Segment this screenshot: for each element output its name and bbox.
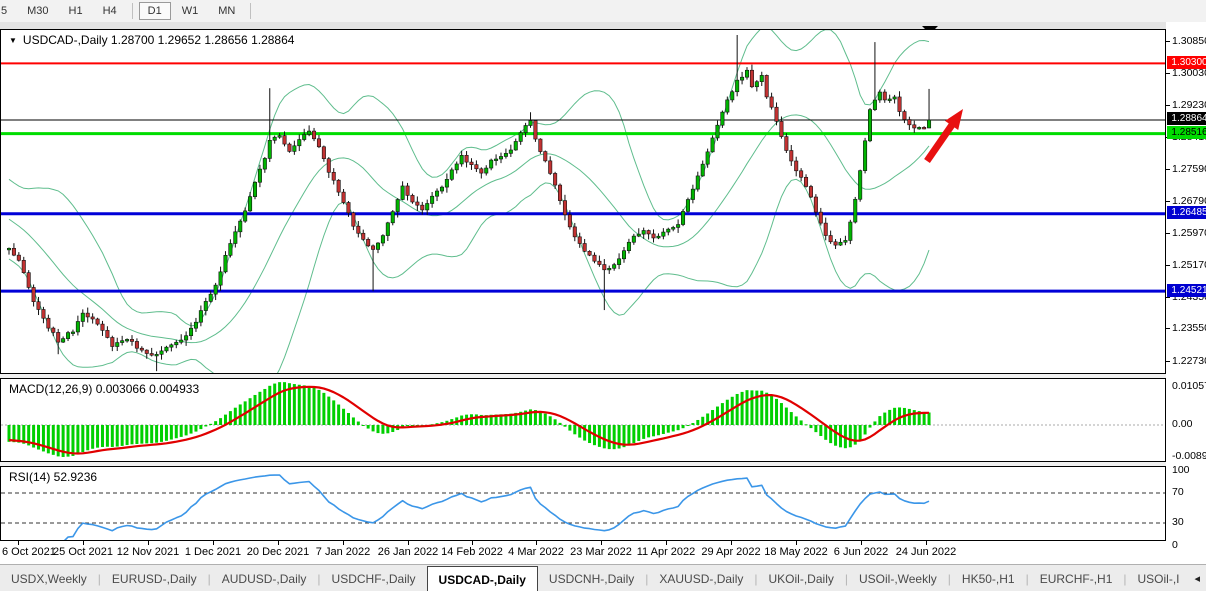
date-label: 23 Mar 2022 [570,546,632,558]
price-badge: 1.28516 [1167,126,1206,139]
date-label: 12 Nov 2021 [117,546,179,558]
date-tick [926,541,927,545]
rsi-panel[interactable]: RSI(14) 52.9236 [0,466,1166,541]
date-label: 1 Dec 2021 [185,546,241,558]
rsi-chart [1,467,1165,540]
date-axis: 6 Oct 202125 Oct 2021 12 Nov 2021 1 Dec 20… [0,541,1166,564]
rsi-axis-label: 100 [1172,464,1190,476]
chart-tab-eurusd-daily[interactable]: EURUSD-,Daily [101,565,208,591]
date-label: 7 Jan 2022 [316,546,370,558]
price-tick [1166,105,1170,106]
chart-title-text: USDCAD-,Daily 1.28700 1.29652 1.28656 1.… [23,33,295,47]
date-tick [472,541,473,545]
rsi-label: RSI(14) 52.9236 [9,470,97,484]
date-label: 29 Apr 2022 [701,546,760,558]
toolbar-separator [132,3,133,19]
date-tick [408,541,409,545]
date-label: 25 Oct 2021 [53,546,113,558]
chart-tab-usoil-weekly[interactable]: USOil-,Weekly [848,565,948,591]
macd-label: MACD(12,26,9) 0.003066 0.004933 [9,382,199,396]
price-axis: 1.308501.300301.292301.284101.275901.267… [1166,22,1206,564]
chevron-down-icon[interactable]: ▼ [9,36,17,45]
chart-tab-usdx-weekly[interactable]: USDX,Weekly [0,565,98,591]
toolbar-separator [250,3,251,19]
chart-tab-ukoil-daily[interactable]: UKOil-,Daily [758,565,845,591]
price-tick [1166,361,1170,362]
price-tick [1166,328,1170,329]
date-tick [148,541,149,545]
macd-axis-label: 0.00 [1172,418,1192,430]
chart-tab-bar: USDX,Weekly|EURUSD-,Daily|AUDUSD-,Daily|… [0,564,1206,591]
chart-tab-usdchf-daily[interactable]: USDCHF-,Daily [321,565,427,591]
timeframe-button-m30[interactable]: M30 [18,2,57,20]
date-tick [796,541,797,545]
price-tick [1166,201,1170,202]
price-axis-label: 1.26790 [1172,195,1206,207]
main-chart-panel[interactable]: ▼ USDCAD-,Daily 1.28700 1.29652 1.28656 … [0,29,1166,374]
price-axis-label: 1.25170 [1172,259,1206,271]
price-axis-label: 1.27590 [1172,163,1206,175]
date-label: 20 Dec 2021 [247,546,309,558]
price-axis-label: 1.22730 [1172,355,1206,367]
price-badge: 1.30300 [1167,56,1206,69]
date-tick [601,541,602,545]
date-label: 6 Oct 2021 [2,546,56,558]
chart-title: ▼ USDCAD-,Daily 1.28700 1.29652 1.28656 … [9,33,294,47]
date-tick [666,541,667,545]
mt4-terminal: 5M30H1H4 D1W1MN ▼ USDCAD-,Daily 1.28700 1… [0,0,1206,591]
date-label: 18 May 2022 [764,546,828,558]
date-tick [278,541,279,545]
timeframe-button-d1[interactable]: D1 [139,2,171,20]
date-label: 6 Jun 2022 [834,546,888,558]
price-axis-label: 1.23550 [1172,322,1206,334]
date-label: 14 Feb 2022 [441,546,503,558]
date-label: 26 Jan 2022 [378,546,439,558]
date-label: 11 Apr 2022 [637,546,696,558]
tab-scroll-arrows: ◂▸ [1191,565,1206,591]
candlestick-chart[interactable] [1,30,1165,373]
date-tick [18,541,19,545]
date-tick [343,541,344,545]
price-axis-label: 1.25970 [1172,227,1206,239]
date-label: 24 Jun 2022 [896,546,957,558]
price-badge: 1.24521 [1167,284,1206,297]
timeframe-button-5[interactable]: 5 [0,2,16,20]
chart-tab-usdcad-daily[interactable]: USDCAD-,Daily [427,566,538,591]
rsi-axis-label: 0 [1172,539,1178,551]
chart-tab-xauusd-daily[interactable]: XAUUSD-,Daily [648,565,754,591]
chart-tab-hk50-h1[interactable]: HK50-,H1 [951,565,1026,591]
date-label: 4 Mar 2022 [508,546,564,558]
price-tick [1166,41,1170,42]
price-badge: 1.28864 [1167,112,1206,125]
price-badge: 1.26485 [1167,206,1206,219]
date-tick [861,541,862,545]
rsi-axis-label: 70 [1172,486,1184,498]
macd-axis-label: -0.00896 [1172,450,1206,462]
price-tick [1166,265,1170,266]
chart-tab-usdcnh-daily[interactable]: USDCNH-,Daily [538,565,645,591]
timeframe-button-h4[interactable]: H4 [94,2,126,20]
date-tick [83,541,84,545]
chart-tab-eurchf-h1[interactable]: EURCHF-,H1 [1029,565,1124,591]
price-tick [1166,73,1170,74]
timeframe-button-mn[interactable]: MN [209,2,244,20]
price-axis-label: 1.29230 [1172,99,1206,111]
timeframe-toolbar: 5M30H1H4 D1W1MN [0,0,1206,23]
rsi-axis-label: 30 [1172,516,1184,528]
tab-scroll-left-icon[interactable]: ◂ [1191,571,1205,586]
date-tick [536,541,537,545]
chart-tab-audusd-daily[interactable]: AUDUSD-,Daily [211,565,318,591]
price-axis-label: 1.30850 [1172,35,1206,47]
chart-tab-usoil-i[interactable]: USOil-,I [1127,565,1191,591]
date-tick [213,541,214,545]
timeframe-button-h1[interactable]: H1 [60,2,92,20]
date-tick [731,541,732,545]
price-tick [1166,233,1170,234]
timeframe-button-w1[interactable]: W1 [173,2,208,20]
macd-panel[interactable]: MACD(12,26,9) 0.003066 0.004933 [0,378,1166,462]
price-tick [1166,169,1170,170]
price-tick [1166,297,1170,298]
macd-axis-label: 0.010578 [1172,380,1206,392]
